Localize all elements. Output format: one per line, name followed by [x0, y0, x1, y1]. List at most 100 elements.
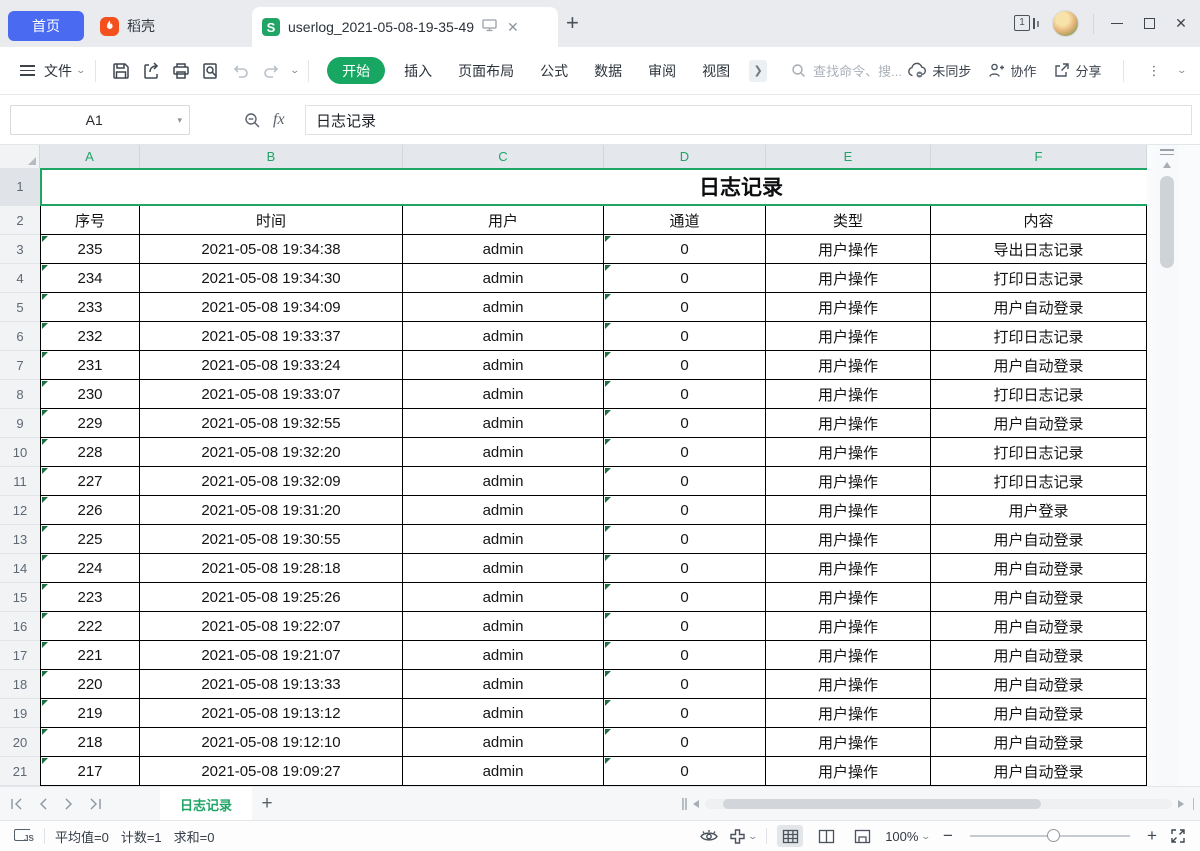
print-icon[interactable]: [167, 57, 195, 85]
cell-time[interactable]: 2021-05-08 19:21:07: [140, 641, 403, 670]
cell-content[interactable]: 导出日志记录: [931, 235, 1147, 264]
scroll-left-arrow-icon[interactable]: [693, 800, 699, 808]
js-macro-icon[interactable]: JS: [14, 828, 34, 844]
row-header-9[interactable]: 9: [0, 409, 40, 438]
new-document-button[interactable]: +: [566, 10, 579, 36]
name-box-dropdown-icon[interactable]: ▾: [177, 115, 182, 126]
cell-channel[interactable]: 0: [604, 264, 766, 293]
row-header-4[interactable]: 4: [0, 264, 40, 293]
cell-time[interactable]: 2021-05-08 19:25:26: [140, 583, 403, 612]
cell-content[interactable]: 用户自动登录: [931, 641, 1147, 670]
cell-no[interactable]: 217: [40, 757, 140, 786]
file-menu-chevron-icon[interactable]: ⌄: [75, 65, 86, 76]
row-header-17[interactable]: 17: [0, 641, 40, 670]
cell-content[interactable]: 用户自动登录: [931, 409, 1147, 438]
cell-channel[interactable]: 0: [604, 467, 766, 496]
cell-time[interactable]: 2021-05-08 19:28:18: [140, 554, 403, 583]
cell-type[interactable]: 用户操作: [766, 699, 931, 728]
cell-time[interactable]: 2021-05-08 19:32:09: [140, 467, 403, 496]
page-break-view-button[interactable]: [813, 825, 839, 847]
home-tab[interactable]: 首页: [8, 11, 84, 41]
cell-no[interactable]: 225: [40, 525, 140, 554]
row-header-20[interactable]: 20: [0, 728, 40, 757]
cell-user[interactable]: admin: [403, 467, 604, 496]
minimize-button[interactable]: [1108, 15, 1126, 33]
cell-no[interactable]: 226: [40, 496, 140, 525]
cell-channel[interactable]: 0: [604, 699, 766, 728]
cell-type[interactable]: 用户操作: [766, 409, 931, 438]
zoom-slider[interactable]: [970, 828, 1130, 844]
select-all-corner[interactable]: [0, 145, 40, 168]
cell-user[interactable]: admin: [403, 641, 604, 670]
cell-type[interactable]: 用户操作: [766, 612, 931, 641]
cell-time[interactable]: 2021-05-08 19:13:12: [140, 699, 403, 728]
cell-content[interactable]: 用户自动登录: [931, 728, 1147, 757]
cell-no[interactable]: 235: [40, 235, 140, 264]
header-cell[interactable]: 内容: [931, 206, 1147, 235]
split-handle-icon[interactable]: [1160, 149, 1174, 155]
vertical-scrollbar[interactable]: [1156, 145, 1178, 786]
cell-no[interactable]: 233: [40, 293, 140, 322]
collaborate-button[interactable]: 协作: [983, 61, 1041, 80]
header-cell[interactable]: 用户: [403, 206, 604, 235]
cell-content[interactable]: 用户登录: [931, 496, 1147, 525]
cell-no[interactable]: 222: [40, 612, 140, 641]
cell-type[interactable]: 用户操作: [766, 525, 931, 554]
zoom-out-button[interactable]: −: [940, 826, 956, 846]
cell-channel[interactable]: 0: [604, 380, 766, 409]
cell-time[interactable]: 2021-05-08 19:31:20: [140, 496, 403, 525]
cell-no[interactable]: 234: [40, 264, 140, 293]
column-header-F[interactable]: F: [931, 145, 1147, 168]
undo-icon[interactable]: [227, 57, 255, 85]
presentation-mode-icon[interactable]: [482, 18, 497, 37]
cell-time[interactable]: 2021-05-08 19:33:07: [140, 380, 403, 409]
header-cell[interactable]: 时间: [140, 206, 403, 235]
header-cell[interactable]: 通道: [604, 206, 766, 235]
cell-no[interactable]: 232: [40, 322, 140, 351]
cell-time[interactable]: 2021-05-08 19:13:33: [140, 670, 403, 699]
cell-content[interactable]: 用户自动登录: [931, 583, 1147, 612]
cell-time[interactable]: 2021-05-08 19:22:07: [140, 612, 403, 641]
cell-type[interactable]: 用户操作: [766, 670, 931, 699]
last-sheet-icon[interactable]: [89, 798, 102, 810]
cell-user[interactable]: admin: [403, 496, 604, 525]
vertical-scroll-thumb[interactable]: [1160, 176, 1174, 268]
cell-user[interactable]: admin: [403, 235, 604, 264]
close-window-button[interactable]: ✕: [1172, 15, 1190, 33]
cell-content[interactable]: 用户自动登录: [931, 612, 1147, 641]
cell-time[interactable]: 2021-05-08 19:30:55: [140, 525, 403, 554]
cell-type[interactable]: 用户操作: [766, 322, 931, 351]
cell-time[interactable]: 2021-05-08 19:09:27: [140, 757, 403, 786]
cell-channel[interactable]: 0: [604, 670, 766, 699]
cell-time[interactable]: 2021-05-08 19:33:37: [140, 322, 403, 351]
cell-time[interactable]: 2021-05-08 19:34:38: [140, 235, 403, 264]
row-header-13[interactable]: 13: [0, 525, 40, 554]
cell-type[interactable]: 用户操作: [766, 351, 931, 380]
cell-user[interactable]: admin: [403, 670, 604, 699]
cell-type[interactable]: 用户操作: [766, 438, 931, 467]
header-cell[interactable]: 序号: [40, 206, 140, 235]
cell-channel[interactable]: 0: [604, 322, 766, 351]
docer-tab[interactable]: 稻壳: [100, 11, 155, 41]
formula-input[interactable]: 日志记录: [305, 105, 1192, 135]
cell-type[interactable]: 用户操作: [766, 235, 931, 264]
cell-channel[interactable]: 0: [604, 409, 766, 438]
export-icon[interactable]: [137, 57, 165, 85]
cell-content[interactable]: 打印日志记录: [931, 438, 1147, 467]
sync-status[interactable]: 未同步: [902, 61, 976, 80]
cell-content[interactable]: 用户自动登录: [931, 554, 1147, 583]
tab-page-layout[interactable]: 页面布局: [445, 57, 527, 84]
cell-user[interactable]: admin: [403, 293, 604, 322]
page-layout-view-button[interactable]: [849, 825, 875, 847]
cell-no[interactable]: 218: [40, 728, 140, 757]
cell-content[interactable]: 用户自动登录: [931, 670, 1147, 699]
cell-user[interactable]: admin: [403, 699, 604, 728]
scroll-right-arrow-icon[interactable]: [1178, 800, 1184, 808]
tab-insert[interactable]: 插入: [391, 57, 445, 84]
cell-no[interactable]: 231: [40, 351, 140, 380]
fullscreen-icon[interactable]: [1170, 828, 1186, 844]
insert-function-icon[interactable]: fx: [273, 111, 285, 129]
cell-time[interactable]: 2021-05-08 19:12:10: [140, 728, 403, 757]
cell-channel[interactable]: 0: [604, 641, 766, 670]
cell-type[interactable]: 用户操作: [766, 728, 931, 757]
